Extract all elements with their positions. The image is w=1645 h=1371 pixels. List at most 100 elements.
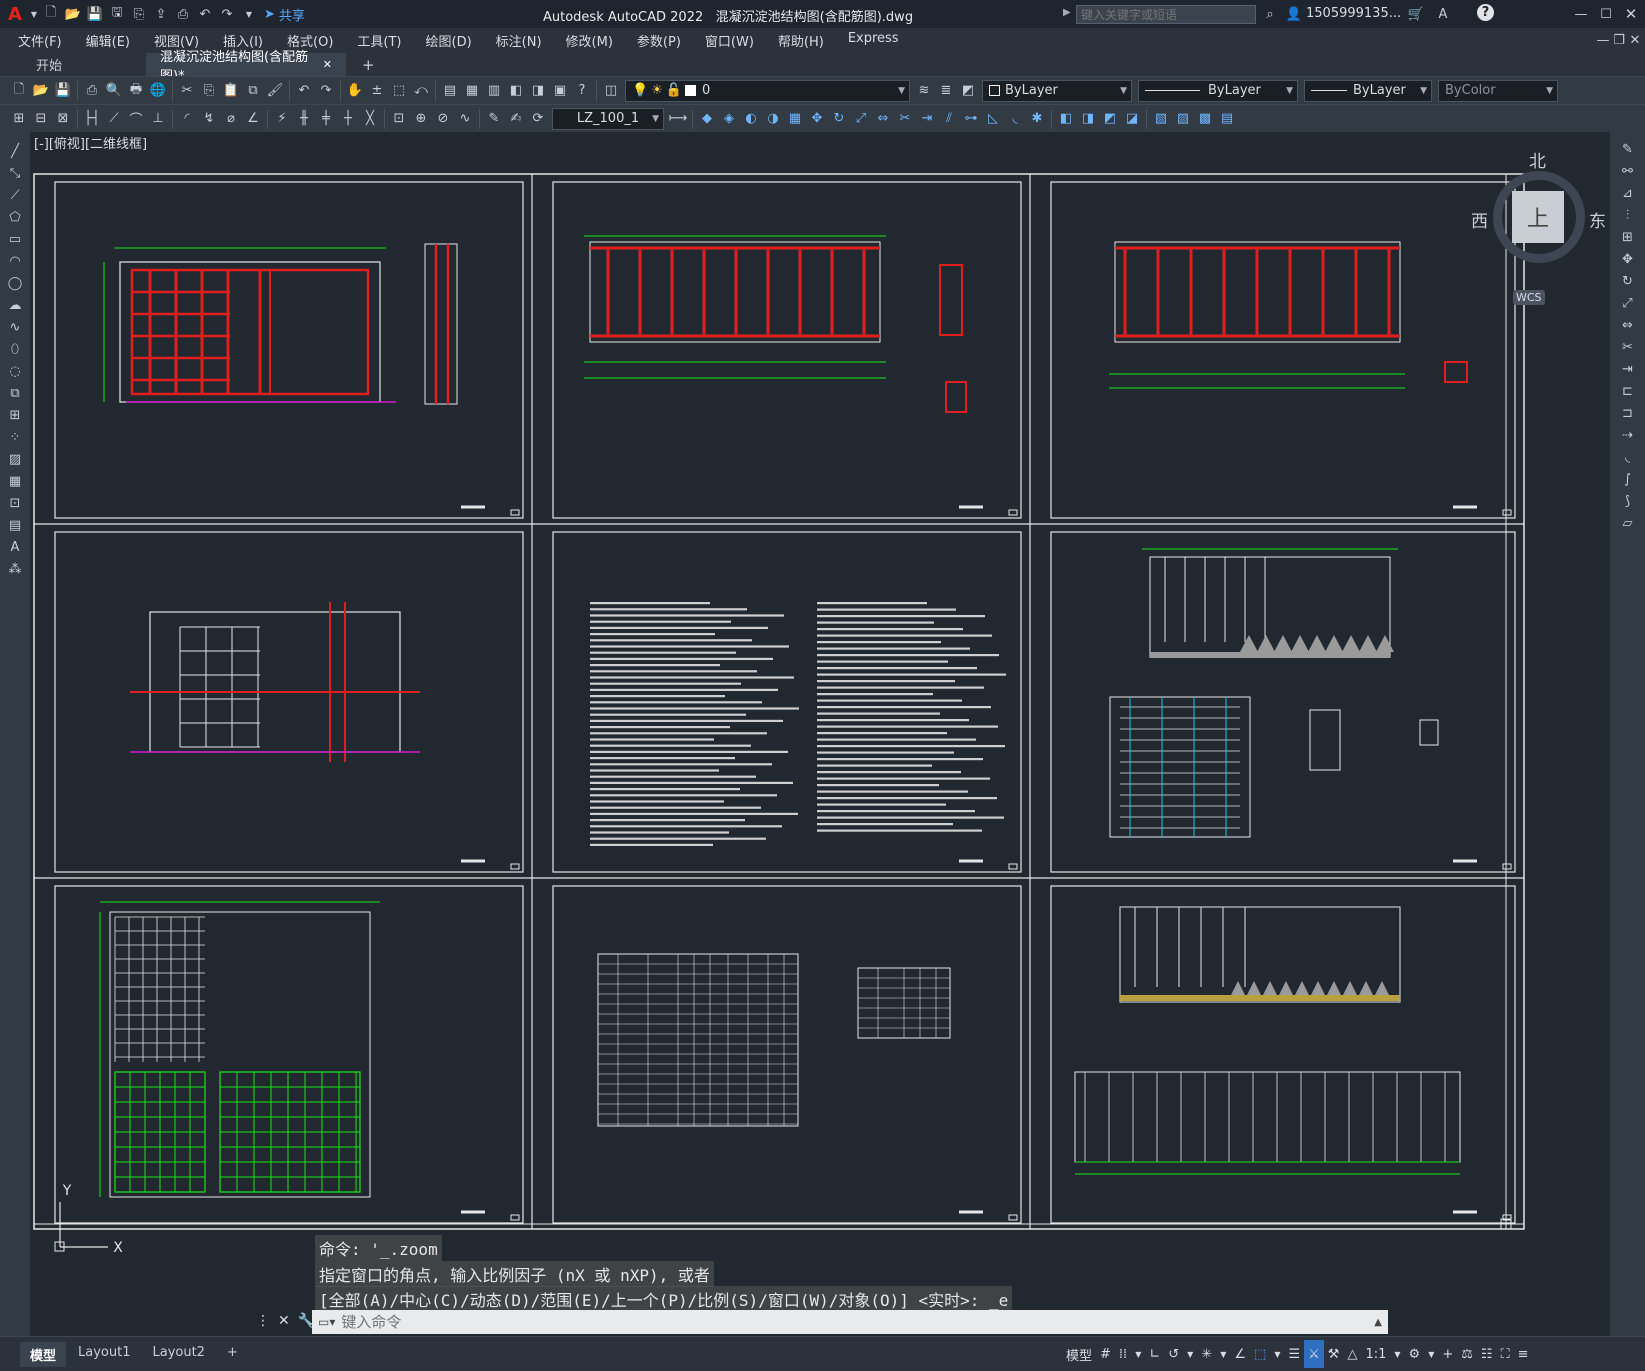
otrack-icon[interactable]: ∠ xyxy=(1230,1340,1250,1368)
viewcube-west[interactable]: 西 xyxy=(1471,207,1488,232)
quick-properties-icon[interactable]: ☷ xyxy=(1477,1340,1497,1368)
annotation-scale-icon[interactable]: △ xyxy=(1343,1340,1361,1368)
draw-tool-icon-11[interactable]: ⧉ xyxy=(5,383,25,403)
stretch-icon[interactable]: ⇔ xyxy=(873,109,893,129)
copy-icon[interactable]: ⎘ xyxy=(199,81,219,101)
hatch-icon[interactable]: ▧ xyxy=(1151,109,1171,129)
zoom-realtime-icon[interactable]: ± xyxy=(367,81,387,101)
3d-dwf-icon[interactable]: 🌐 xyxy=(148,81,168,101)
menu-item-12[interactable]: Express xyxy=(836,31,911,50)
menu-item-5[interactable]: 工具(T) xyxy=(345,31,413,50)
save-icon[interactable]: 💾 xyxy=(85,4,105,24)
modify-tool-icon-2[interactable]: ⊿ xyxy=(1618,183,1638,203)
iso-dropdown-icon[interactable]: ▼ xyxy=(1216,1340,1230,1368)
wcs-label[interactable]: WCS xyxy=(1513,290,1545,305)
autodesk-app-icon[interactable]: A xyxy=(1433,4,1453,24)
paste-block-icon[interactable]: ⧉ xyxy=(243,81,263,101)
dim-edit-icon[interactable]: ✎ xyxy=(484,109,504,129)
search-icon[interactable]: ⌕ xyxy=(1260,4,1280,24)
properties-icon[interactable]: ▤ xyxy=(440,81,460,101)
modify-tool-icon-11[interactable]: ⊏ xyxy=(1618,381,1638,401)
dim-tool-icon-3[interactable]: ⊠ xyxy=(53,109,73,129)
maximize-icon[interactable]: ☐ xyxy=(1596,4,1616,24)
jogged-linear-icon[interactable]: ∿ xyxy=(455,109,475,129)
qnew-icon[interactable]: 🗋 xyxy=(9,81,29,101)
customize-icon[interactable]: ≡ xyxy=(1514,1340,1533,1368)
search-expand-icon[interactable]: ▶ xyxy=(1063,7,1071,18)
draw-tool-icon-4[interactable]: ▭ xyxy=(5,229,25,249)
fillet-icon[interactable]: ◟ xyxy=(1005,109,1025,129)
layout-tab-1[interactable]: Layout1 xyxy=(68,1342,140,1367)
share-button[interactable]: ➤ 共享 xyxy=(264,5,305,24)
open-file-icon[interactable]: 📂 xyxy=(63,4,83,24)
modify-tool-icon-4[interactable]: ⊞ xyxy=(1618,227,1638,247)
tab-start[interactable]: 开始 xyxy=(22,53,144,76)
undo-icon[interactable]: ↶ xyxy=(195,4,215,24)
export-icon[interactable]: ⇪ xyxy=(151,4,171,24)
auto-scale-icon[interactable]: ⚒ xyxy=(1324,1340,1344,1368)
viewcube-east[interactable]: 东 xyxy=(1589,207,1606,232)
isodraft-icon[interactable]: ✳ xyxy=(1197,1340,1216,1368)
modify-tool-icon-7[interactable]: ⤢ xyxy=(1618,293,1638,313)
command-scroll-icon[interactable]: ▲ xyxy=(1374,1317,1382,1328)
help-icon[interactable]: ? xyxy=(1477,4,1494,21)
mirror-icon[interactable]: ◐ xyxy=(741,109,761,129)
scale-icon[interactable]: ⤢ xyxy=(851,109,871,129)
block-icon[interactable]: ▨ xyxy=(1173,109,1193,129)
center-mark-icon[interactable]: ⊕ xyxy=(411,109,431,129)
draworder-icon-4[interactable]: ◪ xyxy=(1122,109,1142,129)
viewcube[interactable]: 北 西 东 上 WCS xyxy=(1469,147,1609,305)
layer-dropdown[interactable]: 💡 ☀ 🔓 0 ▼ xyxy=(625,79,910,102)
aligned-dim-icon[interactable]: ⟋ xyxy=(104,109,124,129)
draw-tool-icon-7[interactable]: ☁ xyxy=(5,295,25,315)
join-icon[interactable]: ⊶ xyxy=(961,109,981,129)
continue-icon[interactable]: ╪ xyxy=(316,109,336,129)
layout-tab-0[interactable]: 模型 xyxy=(20,1341,67,1367)
quick-dim-icon[interactable]: ⚡ xyxy=(272,109,292,129)
draw-tool-icon-5[interactable]: ◠ xyxy=(5,251,25,271)
draw-tool-icon-6[interactable]: ◯ xyxy=(5,273,25,293)
cart-icon[interactable]: 🛒 xyxy=(1406,4,1426,24)
make-current-icon[interactable]: ≋ xyxy=(914,81,934,101)
snap-icon[interactable]: ⁞⁞ xyxy=(1115,1340,1131,1368)
modify-tool-icon-9[interactable]: ✂ xyxy=(1618,337,1638,357)
workspace-gear-icon[interactable]: ⚙ xyxy=(1405,1340,1425,1368)
draw-tool-icon-15[interactable]: ▦ xyxy=(5,471,25,491)
ortho-icon[interactable]: ∟ xyxy=(1145,1340,1164,1368)
modify-tool-icon-10[interactable]: ⇥ xyxy=(1618,359,1638,379)
layer-previous-icon[interactable]: ≣ xyxy=(936,81,956,101)
menu-item-0[interactable]: 文件(F) xyxy=(6,31,74,50)
snap-dropdown-icon[interactable]: ▼ xyxy=(1131,1340,1145,1368)
plotstyle-dropdown[interactable]: ByColor ▼ xyxy=(1438,79,1558,102)
draworder-icon-1[interactable]: ◧ xyxy=(1056,109,1076,129)
web-save-icon[interactable]: ⎘ xyxy=(129,4,149,24)
command-prompt-icon[interactable]: ▭▾ xyxy=(318,1315,335,1329)
user-icon[interactable]: 👤 xyxy=(1284,4,1304,24)
cut-icon[interactable]: ✂ xyxy=(177,81,197,101)
open-icon[interactable]: 📂 xyxy=(31,81,51,101)
break-icon[interactable]: ⫽ xyxy=(939,109,959,129)
zoom-previous-icon[interactable]: ⤺ xyxy=(411,81,431,101)
undo-tb-icon[interactable]: ↶ xyxy=(294,81,314,101)
linetype-dropdown[interactable]: ByLayer ▼ xyxy=(1138,79,1298,102)
dim-space-icon[interactable]: ┼ xyxy=(338,109,358,129)
lineweight-dropdown[interactable]: ByLayer ▼ xyxy=(1304,79,1432,102)
dim-break-icon[interactable]: ╳ xyxy=(360,109,380,129)
dimstyle-icon[interactable]: ⟼ xyxy=(668,109,688,129)
dim-text-edit-icon[interactable]: ✍ xyxy=(506,109,526,129)
erase-icon[interactable]: ◆ xyxy=(697,109,717,129)
redo-tb-icon[interactable]: ↷ xyxy=(316,81,336,101)
copy-obj-icon[interactable]: ◈ xyxy=(719,109,739,129)
osnap-dropdown-icon[interactable]: ▼ xyxy=(1270,1340,1284,1368)
qat-dropdown-icon[interactable]: ▼ xyxy=(239,4,259,24)
modify-tool-icon-14[interactable]: ◟ xyxy=(1618,447,1638,467)
modify-tool-icon-1[interactable]: ⚯ xyxy=(1618,161,1638,181)
explode-icon[interactable]: ✱ xyxy=(1027,109,1047,129)
dimstyle-dropdown[interactable]: LZ_100_1 ▼ xyxy=(552,107,664,130)
modify-tool-icon-8[interactable]: ⇔ xyxy=(1618,315,1638,335)
modify-tool-icon-15[interactable]: ∫ xyxy=(1618,469,1638,489)
array-icon[interactable]: ▦ xyxy=(785,109,805,129)
dim-update-icon[interactable]: ⟳ xyxy=(528,109,548,129)
doc-close-icon[interactable]: ✕ xyxy=(1625,30,1645,50)
save-tb-icon[interactable]: 💾 xyxy=(53,81,73,101)
